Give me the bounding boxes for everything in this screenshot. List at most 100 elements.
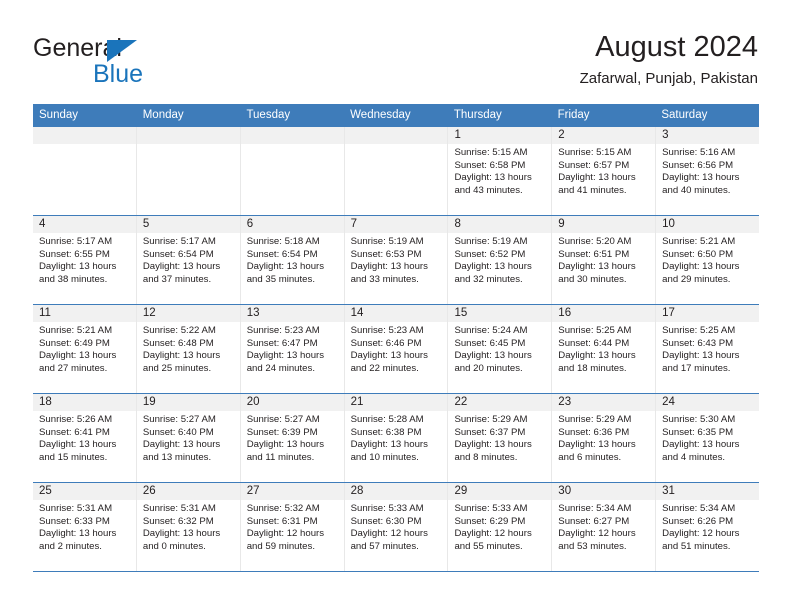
daylight-text: Daylight: 13 hours and 29 minutes. — [662, 261, 740, 285]
day-number: 8 — [448, 216, 552, 233]
weekday-header-thursday: Thursday — [453, 109, 502, 121]
sunset-text: Sunset: 6:29 PM — [454, 515, 526, 527]
day-cell[interactable]: 9 Sunrise: 5:20 AM Sunset: 6:51 PM Dayli… — [551, 216, 656, 304]
day-details: Sunrise: 5:15 AM Sunset: 6:57 PM Dayligh… — [552, 144, 655, 197]
day-details: Sunrise: 5:19 AM Sunset: 6:52 PM Dayligh… — [448, 233, 551, 286]
day-cell[interactable] — [343, 127, 448, 215]
day-number: 18 — [33, 394, 136, 411]
day-number: 20 — [240, 394, 344, 411]
day-number: 17 — [656, 305, 760, 322]
daylight-text: Daylight: 12 hours and 51 minutes. — [662, 528, 740, 552]
sunrise-text: Sunrise: 5:27 AM — [246, 414, 320, 425]
day-cell[interactable]: 29 Sunrise: 5:33 AM Sunset: 6:29 PM Dayl… — [447, 483, 552, 571]
sunrise-text: Sunrise: 5:23 AM — [246, 325, 320, 336]
day-cell[interactable]: 17 Sunrise: 5:25 AM Sunset: 6:43 PM Dayl… — [655, 305, 760, 393]
day-cell[interactable]: 10 Sunrise: 5:21 AM Sunset: 6:50 PM Dayl… — [655, 216, 760, 304]
day-number: 9 — [552, 216, 656, 233]
day-cell[interactable]: 2 Sunrise: 5:15 AM Sunset: 6:57 PM Dayli… — [551, 127, 656, 215]
day-number: 30 — [552, 483, 656, 500]
day-cell[interactable]: 30 Sunrise: 5:34 AM Sunset: 6:27 PM Dayl… — [551, 483, 656, 571]
day-cell[interactable]: 15 Sunrise: 5:24 AM Sunset: 6:45 PM Dayl… — [447, 305, 552, 393]
calendar-week-row: 1 Sunrise: 5:15 AM Sunset: 6:58 PM Dayli… — [33, 126, 760, 215]
day-cell[interactable]: 20 Sunrise: 5:27 AM Sunset: 6:39 PM Dayl… — [239, 394, 344, 482]
day-number: 3 — [656, 127, 760, 144]
day-cell[interactable]: 27 Sunrise: 5:32 AM Sunset: 6:31 PM Dayl… — [239, 483, 344, 571]
sunrise-text: Sunrise: 5:32 AM — [246, 503, 320, 514]
day-cell[interactable] — [33, 127, 136, 215]
sunset-text: Sunset: 6:39 PM — [246, 426, 318, 438]
sunset-text: Sunset: 6:47 PM — [246, 337, 318, 349]
daylight-text: Daylight: 13 hours and 38 minutes. — [39, 261, 117, 285]
day-cell[interactable]: 16 Sunrise: 5:25 AM Sunset: 6:44 PM Dayl… — [551, 305, 656, 393]
daylight-text: Daylight: 13 hours and 20 minutes. — [454, 350, 532, 374]
day-cell[interactable]: 26 Sunrise: 5:31 AM Sunset: 6:32 PM Dayl… — [135, 483, 240, 571]
day-cell[interactable]: 22 Sunrise: 5:29 AM Sunset: 6:37 PM Dayl… — [447, 394, 552, 482]
day-cell[interactable] — [135, 127, 240, 215]
day-cell[interactable]: 14 Sunrise: 5:23 AM Sunset: 6:46 PM Dayl… — [343, 305, 448, 393]
day-cell[interactable]: 12 Sunrise: 5:22 AM Sunset: 6:48 PM Dayl… — [135, 305, 240, 393]
day-cell[interactable] — [239, 127, 344, 215]
day-number: 10 — [656, 216, 760, 233]
daylight-text: Daylight: 13 hours and 0 minutes. — [142, 528, 221, 552]
day-cell[interactable]: 23 Sunrise: 5:29 AM Sunset: 6:36 PM Dayl… — [551, 394, 656, 482]
day-cell[interactable]: 28 Sunrise: 5:33 AM Sunset: 6:30 PM Dayl… — [343, 483, 448, 571]
day-details: Sunrise: 5:25 AM Sunset: 6:44 PM Dayligh… — [552, 322, 655, 375]
sunrise-text: Sunrise: 5:19 AM — [350, 236, 424, 247]
day-cell[interactable]: 5 Sunrise: 5:17 AM Sunset: 6:54 PM Dayli… — [135, 216, 240, 304]
calendar-week-row: 4 Sunrise: 5:17 AM Sunset: 6:55 PM Dayli… — [33, 215, 760, 304]
sunset-text: Sunset: 6:27 PM — [558, 515, 630, 527]
day-cell[interactable]: 24 Sunrise: 5:30 AM Sunset: 6:35 PM Dayl… — [655, 394, 760, 482]
day-details: Sunrise: 5:30 AM Sunset: 6:35 PM Dayligh… — [656, 411, 759, 464]
daylight-text: Daylight: 13 hours and 24 minutes. — [246, 350, 325, 374]
triangle-logo-icon — [107, 40, 137, 62]
sunrise-text: Sunrise: 5:17 AM — [142, 236, 216, 247]
daylight-text: Daylight: 13 hours and 37 minutes. — [142, 261, 221, 285]
sunrise-text: Sunrise: 5:22 AM — [142, 325, 216, 336]
day-cell[interactable]: 31 Sunrise: 5:34 AM Sunset: 6:26 PM Dayl… — [655, 483, 760, 571]
day-cell[interactable]: 13 Sunrise: 5:23 AM Sunset: 6:47 PM Dayl… — [239, 305, 344, 393]
calendar-week-row: 25 Sunrise: 5:31 AM Sunset: 6:33 PM Dayl… — [33, 482, 760, 572]
daylight-text: Daylight: 13 hours and 6 minutes. — [558, 439, 636, 463]
day-number: 2 — [552, 127, 656, 144]
sunset-text: Sunset: 6:45 PM — [454, 337, 526, 349]
day-number — [344, 127, 448, 144]
day-details — [345, 144, 448, 147]
page-subtitle: Zafarwal, Punjab, Pakistan — [579, 70, 758, 87]
sunset-text: Sunset: 6:58 PM — [454, 159, 526, 171]
day-cell[interactable]: 25 Sunrise: 5:31 AM Sunset: 6:33 PM Dayl… — [33, 483, 136, 571]
day-number: 22 — [448, 394, 552, 411]
day-details — [137, 144, 240, 147]
day-details: Sunrise: 5:27 AM Sunset: 6:39 PM Dayligh… — [241, 411, 344, 464]
sunset-text: Sunset: 6:36 PM — [558, 426, 630, 438]
day-cell[interactable]: 3 Sunrise: 5:16 AM Sunset: 6:56 PM Dayli… — [655, 127, 760, 215]
sunrise-text: Sunrise: 5:25 AM — [662, 325, 736, 336]
daylight-text: Daylight: 13 hours and 15 minutes. — [39, 439, 117, 463]
day-number: 29 — [448, 483, 552, 500]
daylight-text: Daylight: 13 hours and 35 minutes. — [246, 261, 325, 285]
weekday-header-saturday: Saturday — [661, 109, 708, 121]
daylight-text: Daylight: 13 hours and 11 minutes. — [246, 439, 325, 463]
day-number: 15 — [448, 305, 552, 322]
day-number: 5 — [136, 216, 240, 233]
day-cell[interactable]: 6 Sunrise: 5:18 AM Sunset: 6:54 PM Dayli… — [239, 216, 344, 304]
daylight-text: Daylight: 13 hours and 10 minutes. — [350, 439, 428, 463]
general-blue-logo[interactable]: General Blue — [33, 34, 203, 88]
sunrise-text: Sunrise: 5:19 AM — [454, 236, 528, 247]
day-cell[interactable]: 11 Sunrise: 5:21 AM Sunset: 6:49 PM Dayl… — [33, 305, 136, 393]
day-cell[interactable]: 4 Sunrise: 5:17 AM Sunset: 6:55 PM Dayli… — [33, 216, 136, 304]
sunset-text: Sunset: 6:33 PM — [39, 515, 110, 527]
sunrise-text: Sunrise: 5:21 AM — [39, 325, 113, 336]
daylight-text: Daylight: 13 hours and 2 minutes. — [39, 528, 117, 552]
daylight-text: Daylight: 13 hours and 8 minutes. — [454, 439, 532, 463]
daylight-text: Daylight: 13 hours and 22 minutes. — [350, 350, 428, 374]
daylight-text: Daylight: 13 hours and 40 minutes. — [662, 172, 740, 196]
sunset-text: Sunset: 6:57 PM — [558, 159, 630, 171]
day-number — [33, 127, 136, 144]
day-cell[interactable]: 21 Sunrise: 5:28 AM Sunset: 6:38 PM Dayl… — [343, 394, 448, 482]
day-cell[interactable]: 7 Sunrise: 5:19 AM Sunset: 6:53 PM Dayli… — [343, 216, 448, 304]
day-details: Sunrise: 5:32 AM Sunset: 6:31 PM Dayligh… — [241, 500, 344, 553]
day-cell[interactable]: 19 Sunrise: 5:27 AM Sunset: 6:40 PM Dayl… — [135, 394, 240, 482]
day-cell[interactable]: 18 Sunrise: 5:26 AM Sunset: 6:41 PM Dayl… — [33, 394, 136, 482]
day-cell[interactable]: 8 Sunrise: 5:19 AM Sunset: 6:52 PM Dayli… — [447, 216, 552, 304]
day-cell[interactable]: 1 Sunrise: 5:15 AM Sunset: 6:58 PM Dayli… — [447, 127, 552, 215]
